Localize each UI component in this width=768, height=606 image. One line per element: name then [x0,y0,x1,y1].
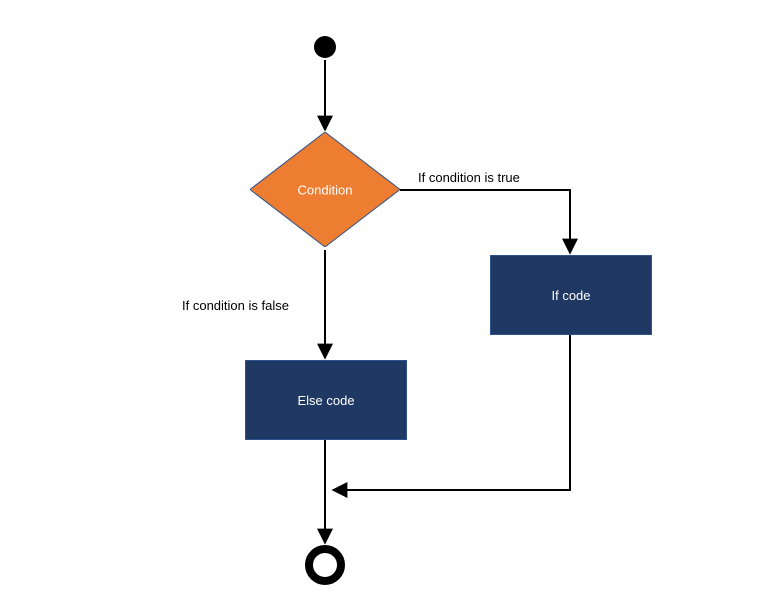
condition-node: Condition [250,132,400,247]
edge-label-false: If condition is false [182,298,289,313]
flowchart-canvas: Condition If condition is true If code I… [0,0,768,606]
start-node [314,36,336,58]
end-node [305,545,345,585]
condition-label: Condition [250,182,400,197]
else-code-label: Else code [297,393,354,408]
if-code-node: If code [490,255,652,335]
if-code-label: If code [551,288,590,303]
edge-label-true: If condition is true [418,170,520,185]
else-code-node: Else code [245,360,407,440]
edge-condition-true [400,190,570,253]
arrow-layer [0,0,768,606]
